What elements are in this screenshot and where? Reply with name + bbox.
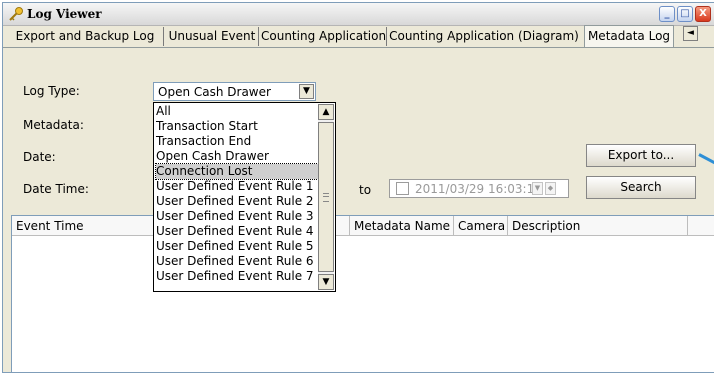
to-datetime-checkbox[interactable] — [396, 182, 409, 195]
dropdown-scrollbar[interactable]: ▲ ▼ — [318, 104, 334, 290]
dropdown-option[interactable]: User Defined Event Rule 3 — [156, 209, 318, 224]
dropdown-option[interactable]: User Defined Event Rule 1 — [156, 179, 318, 194]
dropdown-option[interactable]: User Defined Event Rule 4 — [156, 224, 318, 239]
to-datetime-value: 2011/03/29 16:03:12 — [415, 182, 542, 196]
title-bar: Log Viewer _ □ X — [3, 3, 714, 26]
to-label: to — [359, 183, 372, 197]
date-label: Date: — [23, 150, 56, 164]
scroll-up-icon[interactable]: ▲ — [318, 104, 334, 120]
minimize-button[interactable]: _ — [659, 6, 675, 22]
calendar-dropdown-icon[interactable]: ▼ — [532, 182, 543, 195]
column-header-metadata-name[interactable]: Metadata Name — [350, 216, 454, 236]
dropdown-option[interactable]: User Defined Event Rule 5 — [156, 239, 318, 254]
log-type-dropdown-list[interactable]: All Transaction Start Transaction End Op… — [153, 102, 336, 292]
dropdown-option[interactable]: All — [156, 104, 318, 119]
dropdown-option[interactable]: User Defined Event Rule 2 — [156, 194, 318, 209]
chevron-down-icon[interactable]: ▼ — [299, 84, 314, 99]
dropdown-option[interactable]: Transaction End — [156, 134, 318, 149]
tab-export-backup-log[interactable]: Export and Backup Log — [7, 27, 164, 46]
key-icon — [9, 7, 23, 21]
column-header-description[interactable]: Description — [508, 216, 688, 236]
maximize-button[interactable]: □ — [677, 6, 693, 22]
export-to-button[interactable]: Export to... — [586, 144, 696, 167]
log-type-select[interactable]: Open Cash Drawer ▼ — [153, 82, 316, 101]
metadata-label: Metadata: — [23, 118, 84, 132]
scroll-thumb[interactable] — [318, 122, 334, 272]
column-header-camera[interactable]: Camera — [454, 216, 508, 236]
log-type-label: Log Type: — [23, 84, 80, 98]
scroll-down-icon[interactable]: ▼ — [318, 274, 334, 290]
dropdown-option[interactable]: User Defined Event Rule 7 — [156, 269, 318, 284]
dropdown-option[interactable]: Open Cash Drawer — [156, 149, 318, 164]
tab-strip: Export and Backup Log Unusual Event Coun… — [3, 25, 714, 48]
log-viewer-window: Log Viewer _ □ X Export and Backup Log U… — [2, 2, 714, 373]
search-button[interactable]: Search — [586, 176, 696, 199]
dropdown-option[interactable]: Transaction Start — [156, 119, 318, 134]
tab-scroll-left-button[interactable]: ◄ — [683, 26, 698, 41]
results-table[interactable]: Event Time Metadata Name Camera Descript… — [11, 215, 714, 372]
column-header-filler — [688, 216, 714, 236]
to-datetime-picker[interactable]: 2011/03/29 16:03:12 ▼ ◆ — [389, 179, 569, 198]
tab-metadata-log[interactable]: Metadata Log — [584, 25, 674, 47]
dropdown-option[interactable]: User Defined Event Rule 6 — [156, 254, 318, 269]
pointer-arrow-icon — [698, 153, 714, 167]
close-button[interactable]: X — [695, 6, 711, 22]
datetime-label: Date Time: — [23, 182, 89, 196]
tab-counting-application-diagram[interactable]: Counting Application (Diagram) — [389, 27, 579, 46]
tab-counting-application[interactable]: Counting Application — [261, 27, 387, 46]
log-type-value: Open Cash Drawer — [158, 85, 271, 99]
dropdown-option-highlighted[interactable]: Connection Lost — [155, 163, 319, 180]
tab-unusual-event[interactable]: Unusual Event — [166, 27, 259, 46]
grip-icon — [323, 193, 329, 202]
spin-updown-icon[interactable]: ◆ — [545, 182, 556, 195]
window-title: Log Viewer — [27, 7, 102, 21]
